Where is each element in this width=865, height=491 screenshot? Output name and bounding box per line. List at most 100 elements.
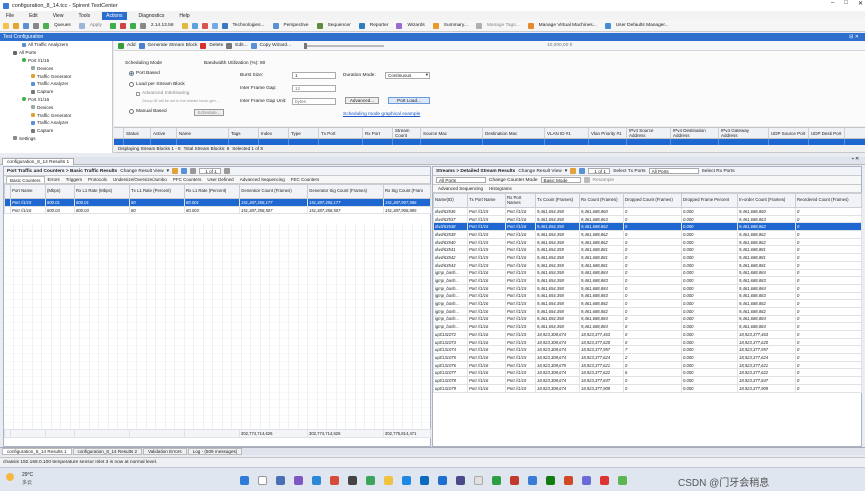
column-header[interactable]: Reordered Count (Frames)	[795, 193, 862, 208]
apply-icon[interactable]	[78, 22, 85, 29]
settings-icon[interactable]	[33, 22, 39, 29]
sb-column-header[interactable]: Type	[289, 128, 319, 138]
table-row[interactable]: dw4/63537 Port //1/15 Port //1/16 9,461,654…	[433, 214, 862, 224]
refresh-icon[interactable]	[191, 22, 198, 29]
sb-column-header[interactable]: UDP Source Port	[769, 128, 809, 138]
page-indicator[interactable]: 1 of 1	[199, 167, 222, 175]
table-row[interactable]: dw4/63541 Port //1/15 Port //1/16 9,461,654…	[433, 245, 862, 255]
counter-mode-select[interactable]: Basic Mode	[540, 176, 581, 184]
delete-button[interactable]: Delete	[209, 43, 223, 48]
edit-icon[interactable]	[226, 42, 233, 49]
alert-icon[interactable]	[201, 22, 208, 29]
bottom-tab[interactable]: Log - (509 messages)	[187, 448, 243, 455]
menu-help[interactable]: Help	[176, 13, 192, 19]
results-tab[interactable]: configuration_8_14 Results 1	[2, 158, 75, 165]
table-row[interactable]: upt/131074 Port //1/16 Port //1/15 18,923,3…	[433, 345, 862, 355]
tree-item[interactable]: Port //1/15	[0, 57, 112, 65]
checkbox-icon[interactable]	[136, 91, 140, 96]
reporter-icon[interactable]	[358, 22, 365, 29]
column-header[interactable]: Tx Count (Frames)	[535, 193, 580, 208]
queues-button[interactable]: Queues	[54, 23, 71, 28]
bottom-tab[interactable]: Validation Errors	[143, 448, 187, 455]
column-header[interactable]: Name(ID)	[433, 193, 468, 208]
add-icon[interactable]	[118, 42, 124, 49]
maximize-icon[interactable]: □	[844, 0, 848, 7]
subtab[interactable]: Advanced Sequencing	[237, 176, 288, 183]
subtab[interactable]: FEC Counters	[288, 176, 323, 183]
pin-icon[interactable]: ⊟ ✕	[849, 34, 859, 40]
tools-icon[interactable]	[211, 22, 218, 29]
subtab[interactable]: PFC Counters	[170, 176, 205, 183]
chevron-down-icon[interactable]: ▾	[565, 169, 567, 174]
sb-column-header[interactable]: Stream Count	[393, 128, 421, 138]
table-row[interactable]: upt/131075 Port //1/16 Port //1/15 18,923,3…	[433, 353, 862, 362]
refresh-icon[interactable]	[181, 168, 188, 174]
close-icon[interactable]: ✕	[858, 0, 863, 7]
edge-icon[interactable]	[312, 476, 321, 485]
rx-ports-select[interactable]: All Ports	[436, 176, 486, 184]
edit-button[interactable]: Edit...	[235, 43, 247, 48]
app-icon-indigo[interactable]	[582, 476, 591, 485]
column-header[interactable]: Dropped Frame Percent	[681, 193, 738, 208]
sb-column-header[interactable]: Rx Port	[363, 128, 393, 138]
new-icon[interactable]	[3, 22, 9, 29]
load-slider[interactable]	[304, 42, 385, 49]
burst-size-input[interactable]: 1	[292, 72, 336, 79]
perspective-button[interactable]: Perspective	[284, 23, 309, 28]
column-header[interactable]: Tx Port Name	[467, 193, 506, 208]
technologies-icon[interactable]	[221, 22, 228, 29]
sb-column-header[interactable]: Tags	[229, 128, 259, 138]
sb-column-header[interactable]: Name	[177, 128, 229, 138]
bottom-tab[interactable]: configuration_8_14 Results 2	[72, 448, 143, 455]
column-header[interactable]: Rx Port Names	[505, 193, 536, 208]
word-icon[interactable]	[420, 476, 429, 485]
app-icon-blue[interactable]	[402, 476, 411, 485]
table-row[interactable]: dw4/63536 Port //1/15 Port //1/16 9,461,654…	[433, 207, 862, 216]
powerpoint-icon[interactable]	[564, 476, 573, 485]
sb-column-header[interactable]: Source Mac	[421, 128, 483, 138]
column-header[interactable]: Rx Count (Frames)	[579, 193, 624, 208]
subtab[interactable]: Protocols	[85, 176, 110, 183]
table-row[interactable]: Port //1/15 800.01 800.01 80 80.001 151,387,3…	[4, 198, 431, 207]
subtab[interactable]: Basic Counters	[6, 176, 45, 183]
column-header[interactable]: Generator Sig Count (Frames)	[307, 184, 384, 199]
scheduling-mode-example-link[interactable]: Scheduling mode graphical example	[343, 112, 420, 117]
column-header[interactable]: (Mbps)	[45, 184, 75, 199]
table-row[interactable]: upt/131078 Port //1/16 Port //1/15 18,923,3…	[433, 376, 862, 385]
sequencer-button[interactable]: Sequencer	[328, 23, 351, 28]
column-header[interactable]: Rx Sig Count (Fram	[383, 184, 431, 199]
teams-icon[interactable]	[294, 476, 303, 485]
search-icon[interactable]	[258, 476, 267, 485]
table-row[interactable]: dw3/63538 Port //1/15 Port //1/16 9,461,654…	[433, 222, 862, 232]
port-based-radio[interactable]: Port Based	[129, 71, 160, 76]
reporter-button[interactable]: Reporter	[370, 23, 389, 28]
menu-edit[interactable]: Edit	[26, 13, 41, 19]
menu-view[interactable]: View	[50, 13, 67, 19]
sb-column-header[interactable]: IPv4 Gateway Address	[719, 128, 769, 138]
column-header[interactable]: Rx L1 Rate (Percent)	[184, 184, 240, 199]
tags-icon[interactable]	[475, 22, 482, 29]
generate-icon[interactable]	[138, 42, 145, 49]
resample-button[interactable]: Resample	[593, 178, 615, 183]
subtab[interactable]: Undersize/Oversize/Jumbo	[110, 176, 170, 183]
sb-column-header[interactable]: Status	[124, 128, 151, 138]
wechat-icon[interactable]	[492, 476, 501, 485]
start-menu-icon[interactable]	[240, 476, 249, 485]
column-header[interactable]: In-order Count (Frames)	[737, 193, 796, 208]
table-row[interactable]: igmp_bash... Port //1/16 Port //1/15 9,461,…	[433, 314, 862, 324]
table-row[interactable]: igmp_bash... Port //1/16 Port //1/15 9,461,…	[433, 306, 862, 316]
change-result-view-button[interactable]: Change Result View	[120, 169, 163, 174]
summary-button[interactable]: Summary...	[444, 23, 468, 28]
perspective-icon[interactable]	[272, 22, 279, 29]
port-load-button[interactable]: Port Load...	[388, 97, 430, 104]
wizards-icon[interactable]	[396, 22, 403, 29]
chevron-down-icon[interactable]: ▾	[167, 169, 169, 174]
app-icon-lightblue[interactable]	[528, 476, 537, 485]
terminal-icon[interactable]	[348, 476, 357, 485]
load-per-stream-radio[interactable]: Load per Stream Block	[129, 82, 185, 87]
app-icon-green[interactable]	[366, 476, 375, 485]
tree-item[interactable]: Traffic Analyzer	[0, 80, 112, 88]
table-row[interactable]: upt/131079 Port //1/16 Port //1/15 18,923,3…	[433, 383, 862, 393]
app-icon-darkred[interactable]	[510, 476, 519, 485]
advanced-interleaving-checkbox[interactable]: Advanced Interleaving	[136, 91, 189, 96]
